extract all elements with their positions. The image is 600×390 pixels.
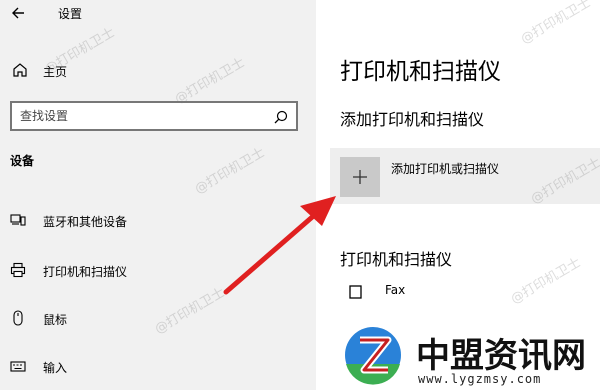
printer-list-title: 打印机和扫描仪	[340, 250, 453, 269]
mouse-icon	[13, 310, 23, 326]
add-printer-label: 添加打印机或扫描仪	[391, 162, 500, 176]
back-arrow-icon	[12, 7, 24, 19]
window-title: 设置	[58, 7, 83, 21]
site-logo: 中盟资讯网 www.lygzmsy.com	[336, 316, 600, 390]
search-input[interactable]	[20, 108, 255, 124]
watermark-text: @打印机卫士	[518, 0, 594, 48]
plus-tile	[340, 157, 380, 197]
logo-z-icon	[345, 327, 401, 385]
back-button[interactable]	[8, 2, 30, 24]
devices-icon	[10, 214, 26, 226]
sidebar-item-input[interactable]: 输入	[0, 349, 316, 383]
fax-icon	[349, 285, 362, 299]
sidebar-item-label: 鼠标	[43, 313, 68, 327]
sidebar-item-home[interactable]: 主页	[0, 56, 316, 86]
printer-name: Fax	[385, 283, 406, 297]
page-title: 打印机和扫描仪	[340, 59, 501, 85]
sidebar-item-bluetooth[interactable]: 蓝牙和其他设备	[0, 203, 316, 237]
section-heading-devices: 设备	[10, 154, 35, 168]
printer-list-item[interactable]: Fax	[344, 280, 544, 302]
sidebar-item-mouse[interactable]: 鼠标	[0, 301, 316, 335]
sidebar-item-label: 主页	[43, 65, 68, 79]
plus-icon	[353, 170, 367, 184]
search-box[interactable]	[10, 101, 298, 131]
sidebar: 设置 主页 设备 蓝牙和其他设备 打印机和扫描仪	[0, 0, 316, 390]
keyboard-icon	[10, 361, 26, 372]
sidebar-item-label: 蓝牙和其他设备	[43, 215, 128, 229]
sidebar-item-printers[interactable]: 打印机和扫描仪	[0, 253, 316, 287]
add-section-title: 添加打印机和扫描仪	[340, 110, 485, 129]
sidebar-item-label: 打印机和扫描仪	[43, 265, 128, 279]
title-bar: 设置	[0, 0, 316, 28]
logo-url: www.lygzmsy.com	[418, 372, 542, 386]
home-icon	[13, 63, 27, 77]
sidebar-item-label: 输入	[43, 361, 68, 375]
watermark-text: @打印机卫士	[192, 145, 268, 198]
search-icon[interactable]	[273, 109, 289, 125]
printer-icon	[10, 262, 26, 278]
logo-name: 中盟资讯网	[416, 336, 586, 376]
add-printer-button[interactable]: 添加打印机或扫描仪	[330, 148, 600, 204]
